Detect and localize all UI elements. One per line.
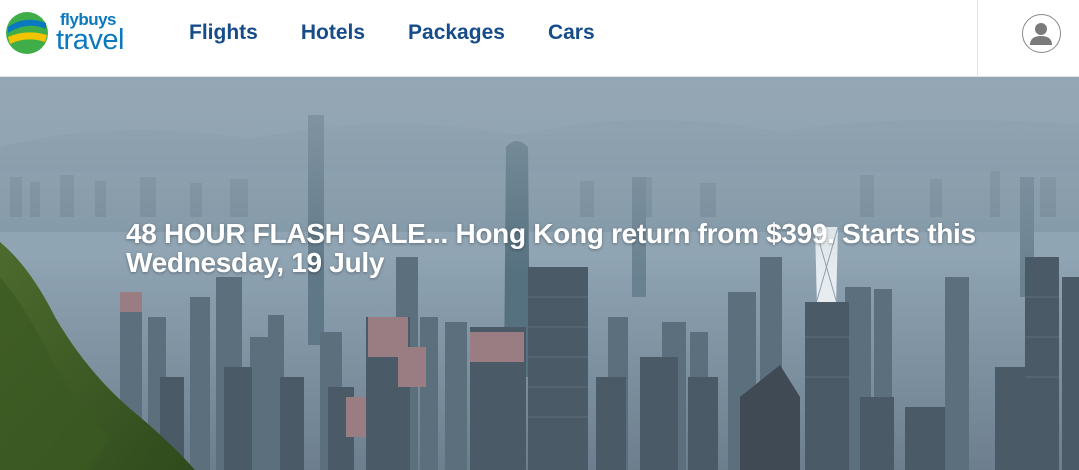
nav-cars[interactable]: Cars (548, 20, 595, 46)
nav-flights[interactable]: Flights (189, 20, 258, 46)
hero-banner[interactable]: 48 HOUR FLASH SALE... Hong Kong return f… (0, 77, 1079, 470)
logo-travel-text: travel (56, 24, 124, 56)
nav-hotels[interactable]: Hotels (301, 20, 365, 46)
hero-headline[interactable]: 48 HOUR FLASH SALE... Hong Kong return f… (126, 219, 1026, 277)
user-icon (1030, 23, 1052, 45)
main-nav: Flights Hotels Packages Cars (189, 20, 638, 46)
flybuys-travel-logo[interactable]: flybuys travel (5, 9, 140, 57)
account-button[interactable] (1022, 14, 1061, 53)
site-header: flybuys travel Flights Hotels Packages C… (0, 0, 1079, 77)
flybuys-logo-icon (6, 12, 48, 54)
header-divider (977, 0, 978, 77)
nav-packages[interactable]: Packages (408, 20, 505, 46)
